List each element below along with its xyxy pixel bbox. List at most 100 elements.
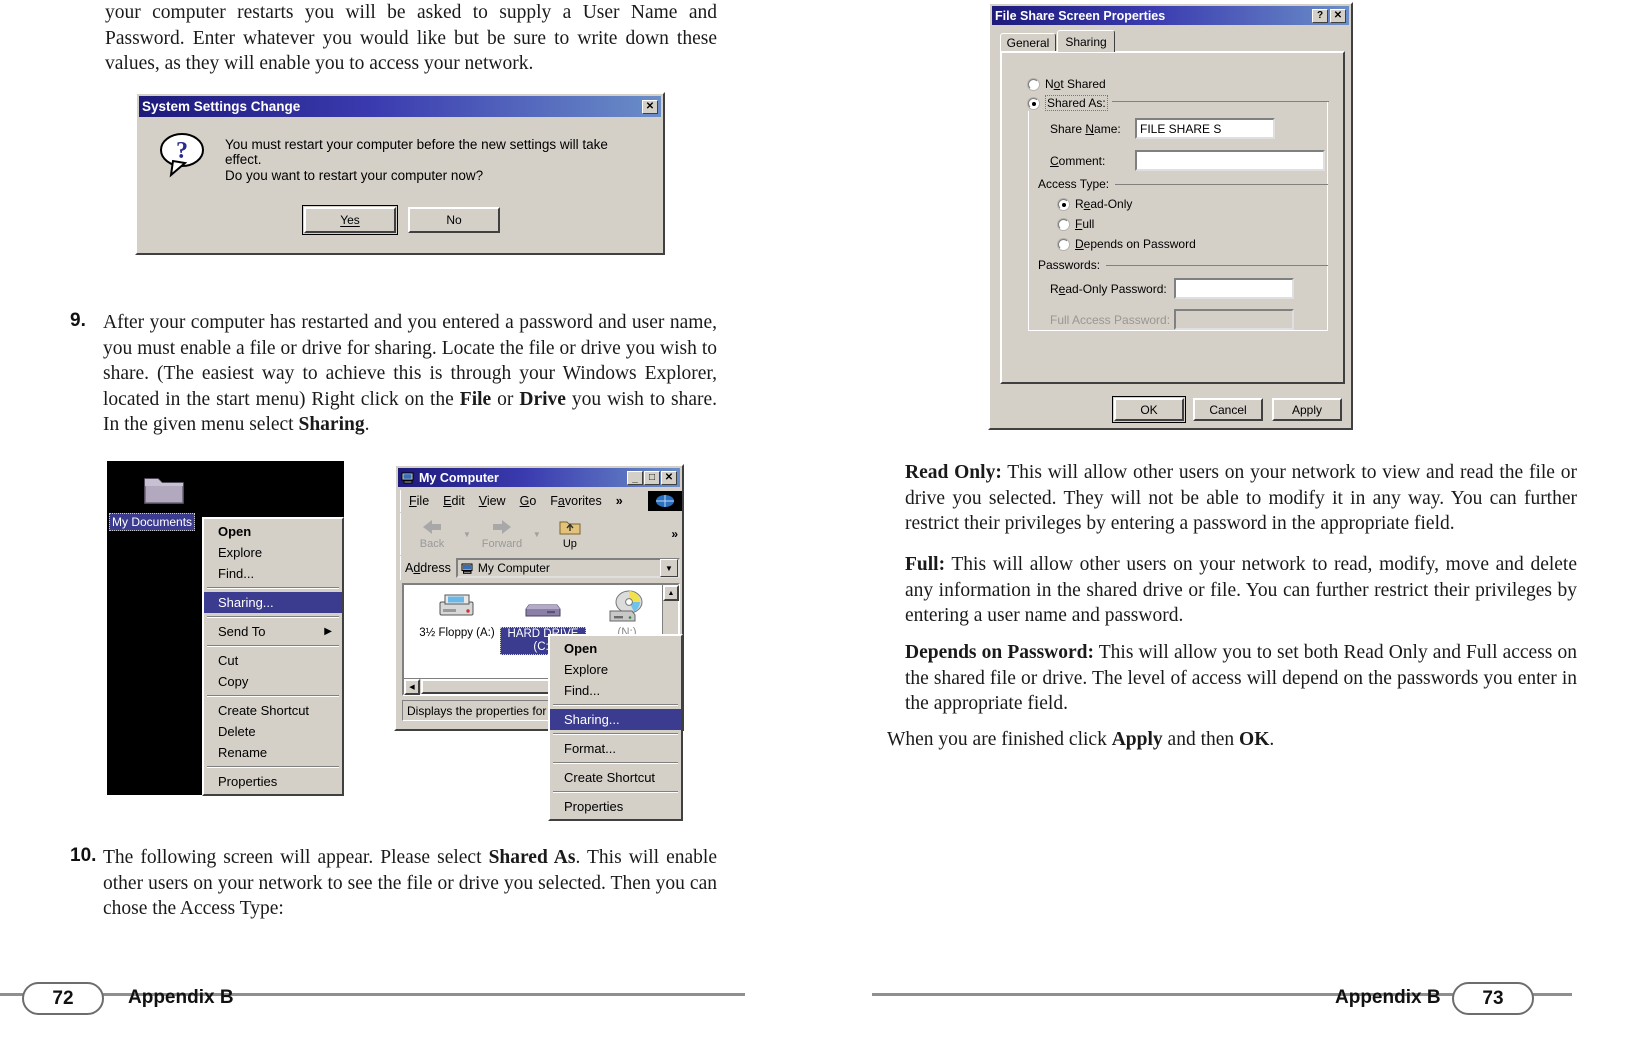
context-menu-item-send-to[interactable]: Send To ▶	[204, 621, 342, 642]
right-page: File Share Screen Properties ? ✕ General…	[825, 0, 1650, 1044]
depends-term: Depends on Password:	[905, 642, 1094, 663]
context-menu-separator	[207, 587, 339, 589]
cancel-button[interactable]: Cancel	[1193, 398, 1263, 421]
folder-icon[interactable]	[143, 473, 185, 505]
context-menu-item-format[interactable]: Format...	[550, 738, 681, 759]
computer-icon	[461, 563, 474, 574]
menu-item-edit[interactable]: Edit	[443, 494, 465, 508]
arrow-left-icon	[401, 518, 463, 538]
no-button-label: No	[446, 213, 462, 227]
drive-context-menu[interactable]: Open Explore Find... Sharing... Format..…	[548, 634, 683, 821]
drive-item-cd[interactable]: (N:)	[584, 589, 670, 639]
context-menu-item-open[interactable]: Open	[550, 638, 681, 659]
minimize-icon[interactable]: _	[627, 470, 643, 485]
scroll-up-button[interactable]: ▲	[663, 585, 679, 601]
no-button[interactable]: No	[408, 207, 500, 233]
window-title-bar: My Computer _ □ ✕	[398, 468, 680, 487]
context-menu-item-sharing[interactable]: Sharing...	[550, 709, 681, 730]
menu-label: Delete	[218, 724, 256, 739]
step-10-number: 10.	[70, 845, 97, 866]
context-menu-item-explore[interactable]: Explore	[204, 542, 342, 563]
context-menu-item-cut[interactable]: Cut	[204, 650, 342, 671]
tab-sharing[interactable]: Sharing	[1057, 30, 1115, 52]
apply-button[interactable]: Apply	[1272, 398, 1342, 421]
apply-button-label: Apply	[1291, 402, 1323, 417]
context-menu-item-find[interactable]: Find...	[204, 563, 342, 584]
menu-overflow-icon[interactable]: »	[616, 494, 623, 508]
desktop-context-menu[interactable]: Open Explore Find... Sharing... Send To ▶…	[202, 517, 344, 796]
dialog-title: System Settings Change	[142, 99, 301, 114]
context-menu-item-create-shortcut[interactable]: Create Shortcut	[550, 767, 681, 788]
context-menu-item-create-shortcut[interactable]: Create Shortcut	[204, 700, 342, 721]
read-only-password-input[interactable]	[1174, 278, 1294, 299]
menu-label: Find...	[218, 566, 255, 581]
close-icon[interactable]: ✕	[642, 99, 658, 114]
page-number: 73	[1482, 987, 1504, 1009]
context-menu-separator	[207, 616, 339, 618]
help-icon[interactable]: ?	[1312, 8, 1328, 23]
my-documents-label[interactable]: My Documents	[109, 513, 196, 531]
scroll-left-button[interactable]: ◀	[404, 679, 420, 695]
radio-shared-as[interactable]: Shared As:	[1028, 95, 1112, 111]
context-menu-item-explore[interactable]: Explore	[550, 659, 681, 680]
context-menu-item-open[interactable]: Open	[204, 521, 342, 542]
radio-not-shared[interactable]: Not Shared	[1028, 77, 1106, 91]
context-menu-separator	[207, 695, 339, 697]
toolbar-overflow-icon[interactable]: »	[671, 527, 682, 541]
radio-depends-on-password[interactable]: Depends on Password	[1058, 237, 1196, 251]
radio-read-only[interactable]: Read-Only	[1058, 197, 1132, 211]
chevron-down-icon[interactable]: ▼	[660, 559, 678, 577]
file-share-properties-dialog: File Share Screen Properties ? ✕ General…	[988, 2, 1353, 430]
close-icon[interactable]: ✕	[1330, 8, 1346, 23]
close-icon[interactable]: ✕	[661, 470, 677, 485]
context-menu-item-copy[interactable]: Copy	[204, 671, 342, 692]
menu-item-go[interactable]: Go	[520, 494, 537, 508]
radio-full[interactable]: Full	[1058, 217, 1094, 231]
drive-item-floppy[interactable]: 3½ Floppy (A:)	[412, 591, 502, 639]
context-menu-separator	[553, 733, 678, 735]
maximize-icon[interactable]: □	[644, 470, 660, 485]
page-number: 72	[52, 987, 74, 1009]
scroll-thumb[interactable]	[421, 679, 551, 694]
menu-item-file[interactable]: File	[409, 494, 429, 508]
context-menu-item-find[interactable]: Find...	[550, 680, 681, 701]
forward-button[interactable]: Forward	[471, 518, 533, 550]
drive-label-floppy: 3½ Floppy (A:)	[419, 627, 495, 639]
menu-label: Cut	[218, 653, 239, 668]
context-menu-item-rename[interactable]: Rename	[204, 742, 342, 763]
full-paragraph: Full: This will allow other users on you…	[905, 552, 1577, 629]
step-10-bold-shared-as: Shared As	[488, 847, 576, 868]
context-menu-item-sharing[interactable]: Sharing...	[204, 592, 342, 613]
forward-dropdown-icon[interactable]: ▼	[533, 530, 541, 539]
menu-label: Sharing...	[564, 712, 620, 727]
tab-general[interactable]: General	[1000, 33, 1056, 52]
ok-button[interactable]: OK	[1112, 396, 1186, 423]
closing-bold-apply: Apply	[1111, 729, 1163, 750]
radio-icon	[1028, 97, 1039, 109]
context-menu-item-properties[interactable]: Properties	[204, 771, 342, 792]
address-label: Address	[405, 561, 451, 575]
read-only-term: Read Only:	[905, 462, 1002, 483]
forward-label: Forward	[481, 538, 523, 550]
page-number-badge: 72	[22, 982, 104, 1015]
step-10: 10. The following screen will appear. Pl…	[70, 845, 717, 922]
up-button[interactable]: Up	[547, 518, 593, 550]
context-menu-item-delete[interactable]: Delete	[204, 721, 342, 742]
comment-input[interactable]	[1135, 150, 1325, 171]
back-dropdown-icon[interactable]: ▼	[463, 530, 471, 539]
menu-item-favorites[interactable]: Favorites	[550, 494, 601, 508]
menu-label: Open	[218, 524, 252, 539]
hard-drive-icon	[500, 591, 586, 626]
share-name-input[interactable]: FILE SHARE S	[1135, 118, 1275, 139]
toolbar: Back ▼ Forward ▼ Up »	[400, 513, 682, 555]
menu-label: Create Shortcut	[564, 770, 656, 785]
address-input[interactable]: My Computer ▼	[455, 558, 680, 578]
yes-button[interactable]: Yes	[302, 205, 398, 235]
footer-rule	[0, 993, 745, 996]
back-button[interactable]: Back	[401, 518, 463, 550]
menu-label: Sharing...	[218, 595, 274, 610]
status-text: Displays the properties for sh	[407, 703, 563, 718]
menu-item-view[interactable]: View	[479, 494, 506, 508]
dialog-title-bar: System Settings Change ✕	[139, 96, 661, 117]
context-menu-item-properties[interactable]: Properties	[550, 796, 681, 817]
